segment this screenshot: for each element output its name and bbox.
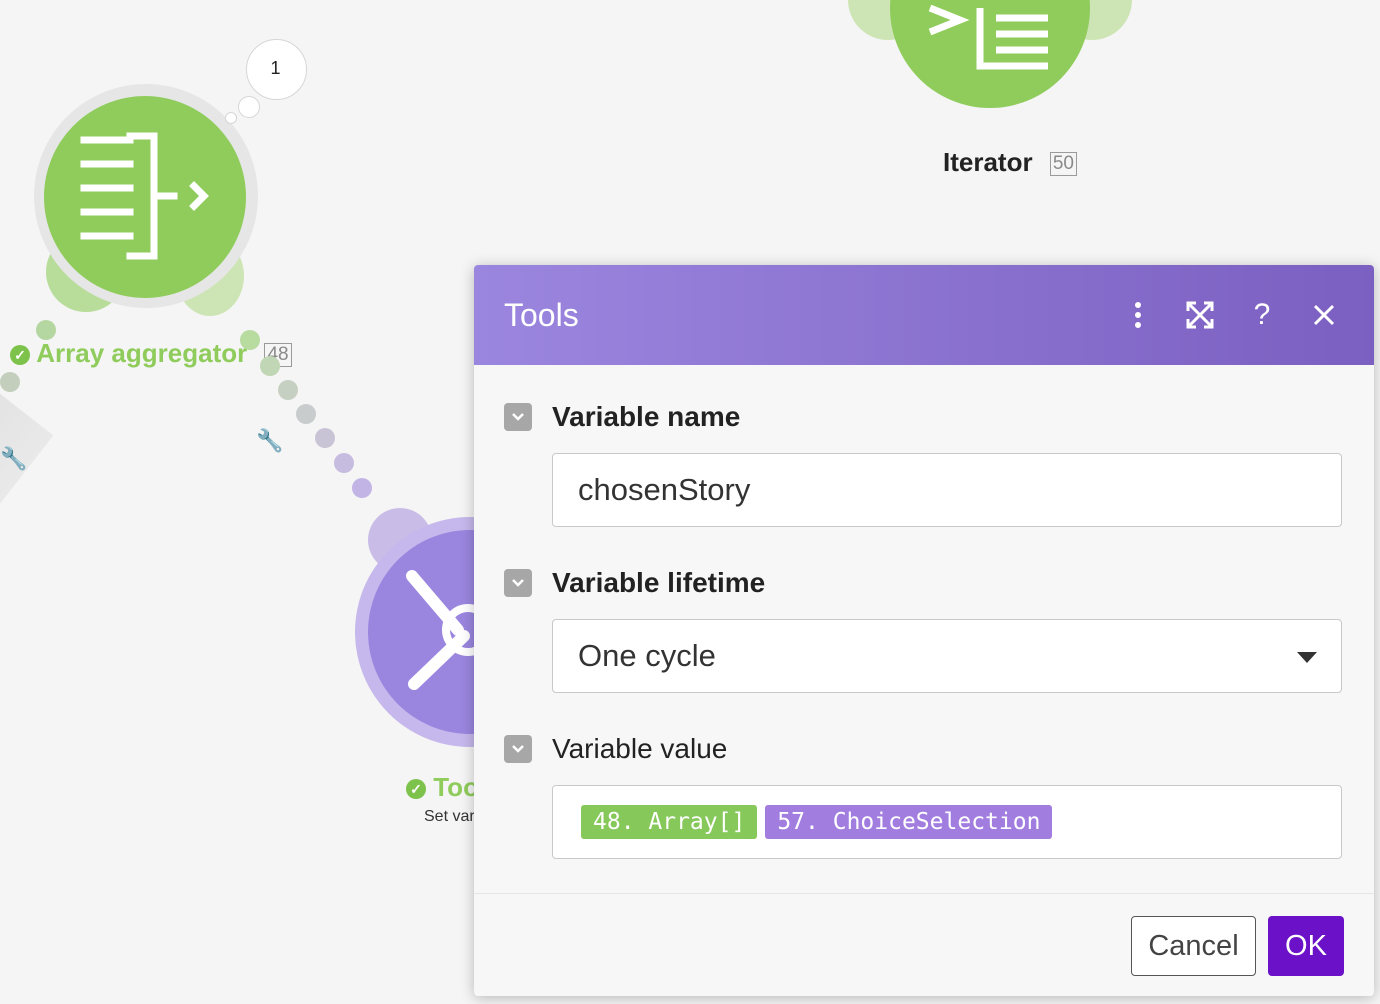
ok-button[interactable]: OK: [1268, 916, 1344, 976]
connection-dot: [36, 320, 56, 340]
tools-label: ✓ Too: [406, 772, 479, 803]
collapse-toggle-icon[interactable]: [504, 735, 532, 763]
success-check-icon: ✓: [10, 345, 30, 366]
collapse-toggle-icon[interactable]: [504, 403, 532, 431]
connection-dot: [278, 380, 298, 400]
iterator-name: Iterator: [943, 147, 1033, 177]
help-icon[interactable]: ?: [1242, 295, 1282, 335]
iterator-label: Iterator 50: [943, 147, 1077, 178]
connection-dot: [315, 428, 335, 448]
iterator-icon: [928, 4, 1048, 70]
success-check-icon: ✓: [406, 779, 426, 800]
bubble-dot-medium: [238, 96, 260, 118]
aggregator-name: Array aggregator: [36, 338, 248, 368]
variable-value-label: Variable value: [552, 733, 728, 764]
footer-divider: [474, 893, 1374, 894]
variable-value-row: Variable value: [504, 733, 727, 765]
cancel-button[interactable]: Cancel: [1131, 916, 1256, 976]
more-options-icon[interactable]: [1118, 295, 1158, 335]
iterator-node[interactable]: [890, 0, 1090, 108]
variable-name-label: Variable name: [552, 401, 741, 432]
bubble-dot-small: [225, 112, 237, 124]
dialog-title: Tools: [504, 296, 579, 333]
tools-sublabel: Set var: [424, 808, 475, 825]
mapped-token[interactable]: 57. ChoiceSelection: [765, 805, 1053, 839]
dialog-header: Tools ?: [474, 265, 1374, 365]
dropdown-caret-icon: [1297, 652, 1317, 663]
close-icon[interactable]: [1304, 295, 1344, 335]
array-aggregator-node[interactable]: [44, 96, 246, 298]
connection-dot: [334, 453, 354, 473]
operations-count: 1: [270, 58, 281, 78]
variable-value-input[interactable]: 48. Array[] 57. ChoiceSelection: [552, 785, 1342, 859]
tools-name: Too: [433, 772, 479, 802]
variable-name-value: chosenStory: [578, 472, 751, 507]
collapse-toggle-icon[interactable]: [504, 569, 532, 597]
route-settings-wrench-icon[interactable]: 🔧: [0, 446, 27, 472]
mapped-token[interactable]: 48. Array[]: [581, 805, 758, 839]
iterator-module-id: 50: [1049, 152, 1077, 177]
connection-dot: [0, 372, 20, 392]
variable-name-row: Variable name: [504, 401, 740, 433]
tools-dialog: Tools ? Variable name chosenStory Variab…: [474, 265, 1374, 996]
variable-lifetime-select[interactable]: One cycle: [552, 619, 1342, 693]
connection-dot: [260, 356, 280, 376]
aggregator-icon: [80, 132, 209, 260]
connection-dot: [352, 478, 372, 498]
variable-lifetime-label: Variable lifetime: [552, 567, 766, 598]
expand-icon[interactable]: [1180, 295, 1220, 335]
variable-lifetime-value: One cycle: [578, 638, 716, 673]
variable-lifetime-row: Variable lifetime: [504, 567, 765, 599]
connection-dot: [296, 404, 316, 424]
route-settings-wrench-icon[interactable]: 🔧: [256, 428, 283, 454]
connection-dot: [240, 330, 260, 350]
variable-name-input[interactable]: chosenStory: [552, 453, 1342, 527]
